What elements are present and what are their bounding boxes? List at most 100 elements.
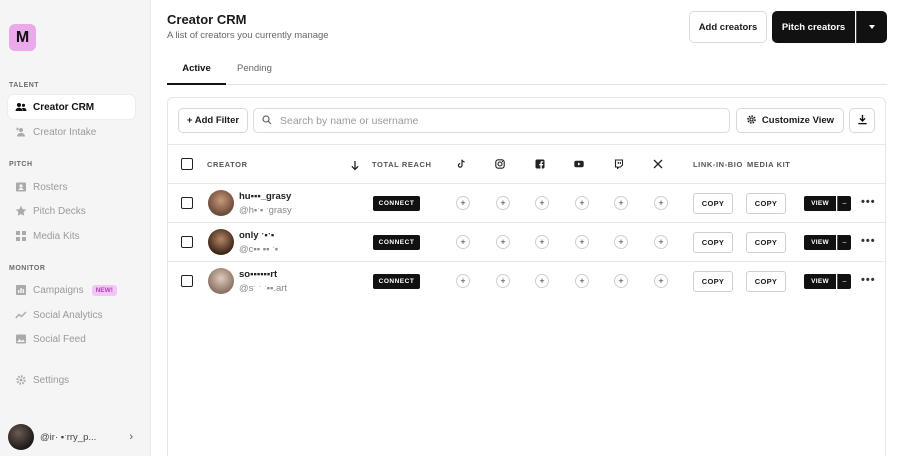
- creator-name[interactable]: so▪▪▪▪▪▪rt: [239, 269, 277, 280]
- user-handle: @ir· ▪ˑrry_p...: [40, 431, 97, 443]
- chevron-right-icon: ›: [129, 431, 133, 443]
- sidebar-item-label: Creator CRM: [33, 101, 95, 113]
- search-box[interactable]: [253, 108, 730, 133]
- download-button[interactable]: [849, 108, 875, 133]
- active-tab-indicator: [167, 83, 226, 85]
- tab-pending[interactable]: Pending: [237, 63, 272, 74]
- add-instagram-button[interactable]: +: [496, 235, 510, 249]
- add-facebook-button[interactable]: +: [535, 274, 549, 288]
- connect-button[interactable]: CONNECT: [373, 196, 420, 211]
- users-icon: [15, 101, 27, 113]
- row-checkbox[interactable]: [181, 197, 193, 209]
- sidebar: M TALENT Creator CRM Creator Intake PITC…: [0, 0, 151, 456]
- add-youtube-button[interactable]: +: [575, 235, 589, 249]
- creator-name[interactable]: only ˑ▪ˑ▪: [239, 230, 274, 241]
- avatar: [208, 190, 234, 216]
- sidebar-item-label: Social Analytics: [33, 309, 103, 321]
- add-youtube-button[interactable]: +: [575, 274, 589, 288]
- add-instagram-button[interactable]: +: [496, 274, 510, 288]
- row-checkbox[interactable]: [181, 275, 193, 287]
- sidebar-item-media-kits[interactable]: Media Kits: [8, 224, 135, 248]
- sidebar-item-label: Social Feed: [33, 333, 86, 345]
- view-button[interactable]: VIEW: [804, 274, 836, 289]
- add-tiktok-button[interactable]: +: [456, 196, 470, 210]
- add-instagram-button[interactable]: +: [496, 196, 510, 210]
- copy-link-in-bio-button[interactable]: COPY: [693, 232, 733, 253]
- sidebar-item-creator-intake[interactable]: Creator Intake: [8, 120, 135, 144]
- creator-name[interactable]: hu▪▪▪_grasy: [239, 191, 291, 202]
- section-label-talent: TALENT: [9, 82, 40, 89]
- tiktok-icon: [455, 158, 467, 170]
- copy-media-kit-button[interactable]: COPY: [746, 193, 786, 214]
- caret-down-icon: –: [842, 200, 847, 207]
- sidebar-item-settings[interactable]: Settings: [8, 368, 135, 392]
- add-tiktok-button[interactable]: +: [456, 235, 470, 249]
- column-header-total-reach[interactable]: TOTAL REACH: [372, 160, 432, 169]
- column-header-media-kit[interactable]: MEDIA KIT: [747, 160, 790, 169]
- tabs-divider: [167, 84, 887, 85]
- add-creators-button[interactable]: Add creators: [689, 11, 767, 43]
- bar-chart-icon: [15, 284, 27, 296]
- add-filter-button[interactable]: + Add Filter: [178, 108, 248, 133]
- sidebar-item-label: Pitch Decks: [33, 205, 86, 217]
- user-account-menu[interactable]: @ir· ▪ˑrry_p... ›: [8, 424, 143, 450]
- more-options-icon[interactable]: •••: [861, 235, 876, 247]
- select-all-checkbox[interactable]: [181, 158, 193, 170]
- instagram-icon: [494, 158, 506, 170]
- view-options-dropdown[interactable]: –: [837, 235, 851, 250]
- table-divider: [168, 183, 885, 184]
- creator-handle: @sˑ ˑ ˑ▪▪.art: [239, 283, 288, 294]
- add-twitch-button[interactable]: +: [614, 274, 628, 288]
- more-options-icon[interactable]: •••: [861, 196, 876, 208]
- copy-media-kit-button[interactable]: COPY: [746, 232, 786, 253]
- add-tiktok-button[interactable]: +: [456, 274, 470, 288]
- image-icon: [15, 333, 27, 345]
- copy-link-in-bio-button[interactable]: COPY: [693, 271, 733, 292]
- add-facebook-button[interactable]: +: [535, 235, 549, 249]
- view-options-dropdown[interactable]: –: [837, 274, 851, 289]
- customize-view-button[interactable]: Customize View: [736, 108, 844, 133]
- search-icon: [262, 112, 272, 130]
- section-label-pitch: PITCH: [9, 161, 33, 168]
- connect-button[interactable]: CONNECT: [373, 235, 420, 250]
- sidebar-item-label: Campaigns: [33, 284, 84, 296]
- row-divider: [168, 222, 885, 223]
- sidebar-item-rosters[interactable]: Rosters: [8, 175, 135, 199]
- sidebar-item-social-feed[interactable]: Social Feed: [8, 327, 135, 351]
- add-twitch-button[interactable]: +: [614, 235, 628, 249]
- row-checkbox[interactable]: [181, 236, 193, 248]
- twitch-icon: [613, 158, 625, 170]
- sidebar-item-creator-crm[interactable]: Creator CRM: [8, 95, 135, 119]
- pitch-options-dropdown[interactable]: [856, 11, 887, 43]
- tab-active[interactable]: Active: [167, 63, 226, 74]
- sidebar-item-label: Media Kits: [33, 230, 80, 242]
- avatar: [208, 268, 234, 294]
- add-facebook-button[interactable]: +: [535, 196, 549, 210]
- sidebar-item-social-analytics[interactable]: Social Analytics: [8, 303, 135, 327]
- copy-media-kit-button[interactable]: COPY: [746, 271, 786, 292]
- add-x-button[interactable]: +: [654, 196, 668, 210]
- add-youtube-button[interactable]: +: [575, 196, 589, 210]
- brand-logo[interactable]: M: [9, 24, 36, 51]
- sort-arrow-down-icon[interactable]: [350, 158, 360, 176]
- search-input[interactable]: [280, 114, 720, 127]
- add-x-button[interactable]: +: [654, 274, 668, 288]
- view-button[interactable]: VIEW: [804, 235, 836, 250]
- connect-button[interactable]: CONNECT: [373, 274, 420, 289]
- view-button[interactable]: VIEW: [804, 196, 836, 211]
- column-header-creator[interactable]: CREATOR: [207, 160, 248, 169]
- view-options-dropdown[interactable]: –: [837, 196, 851, 211]
- caret-down-icon: –: [842, 278, 847, 285]
- add-twitch-button[interactable]: +: [614, 196, 628, 210]
- copy-link-in-bio-button[interactable]: COPY: [693, 193, 733, 214]
- gear-icon: [746, 114, 762, 128]
- trend-line-icon: [15, 309, 27, 321]
- sidebar-item-campaigns[interactable]: Campaigns NEW!: [8, 278, 135, 302]
- sidebar-item-pitch-decks[interactable]: Pitch Decks: [8, 199, 135, 223]
- column-header-link-in-bio[interactable]: LINK-IN-BIO: [693, 160, 743, 169]
- pitch-creators-button[interactable]: Pitch creators: [772, 11, 855, 43]
- avatar: [8, 424, 34, 450]
- caret-down-icon: –: [842, 239, 847, 246]
- add-x-button[interactable]: +: [654, 235, 668, 249]
- more-options-icon[interactable]: •••: [861, 274, 876, 286]
